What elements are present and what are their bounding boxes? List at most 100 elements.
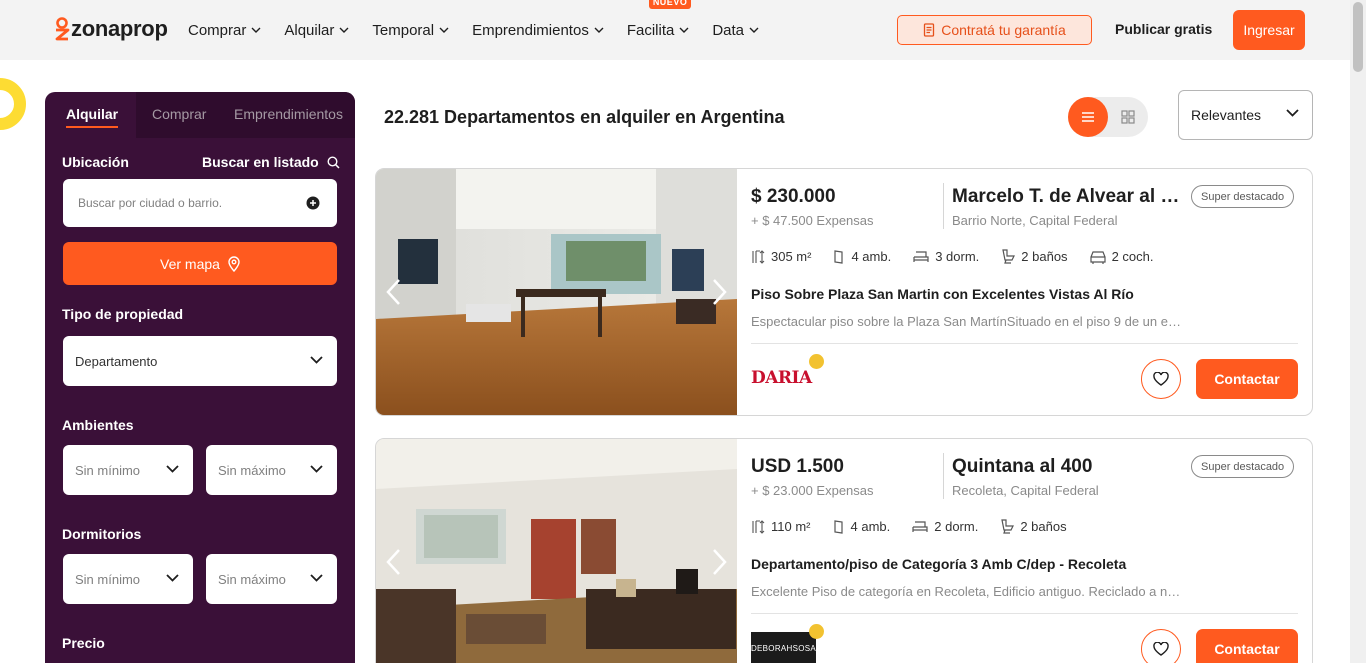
logo-pin-icon <box>54 17 70 41</box>
listing-location: Barrio Norte, Capital Federal <box>952 213 1118 228</box>
buscar-en-listado-link[interactable]: Buscar en listado <box>202 154 340 170</box>
chevron-down-icon <box>594 27 604 33</box>
feature-cocheras: 2 coch. <box>1089 249 1153 264</box>
listing-title[interactable]: Departamento/piso de Categoría 3 Amb C/d… <box>751 556 1126 572</box>
favorite-button[interactable] <box>1141 629 1181 663</box>
buscar-en-listado-label: Buscar en listado <box>202 154 319 170</box>
top-header: zonaprop Comprar Alquilar Temporal Empre… <box>0 0 1350 60</box>
agency-logo[interactable]: DARIA <box>751 368 812 388</box>
chevron-down-icon <box>251 27 261 33</box>
contrata-garantia-button[interactable]: Contratá tu garantía <box>897 15 1092 45</box>
dormitorios-max-select[interactable]: Sin máximo <box>206 554 337 604</box>
results-title: 22.281 Departamentos en alquiler en Arge… <box>384 107 785 127</box>
nav-alquilar[interactable]: Alquilar <box>284 22 349 39</box>
feature-dorm-value: 2 dorm. <box>934 519 979 534</box>
chevron-down-icon <box>166 465 179 473</box>
ambientes-max-placeholder: Sin máximo <box>218 462 286 478</box>
ambientes-label: Ambientes <box>62 417 134 433</box>
feature-banos: 2 baños <box>1000 519 1067 534</box>
zonaprop-logo[interactable]: zonaprop <box>54 16 168 42</box>
view-toggle <box>1068 97 1148 137</box>
tab-alquilar[interactable]: Alquilar <box>66 106 118 122</box>
car-icon <box>1089 250 1106 264</box>
dormitorios-max-placeholder: Sin máximo <box>218 571 286 587</box>
ambientes-max-select[interactable]: Sin máximo <box>206 445 337 495</box>
arrow-right-icon[interactable] <box>709 547 729 577</box>
crown-icon <box>809 624 824 639</box>
arrow-left-icon[interactable] <box>384 547 404 577</box>
nav-data[interactable]: Data <box>712 22 759 39</box>
feature-area: 305 m² <box>751 249 811 264</box>
nav-temporal[interactable]: Temporal <box>372 22 449 39</box>
nav-emprendimientos[interactable]: Emprendimientos <box>472 22 604 39</box>
listing-price: USD 1.500 <box>751 456 844 477</box>
contactar-button[interactable]: Contactar <box>1196 629 1298 663</box>
decorative-circle <box>0 78 26 130</box>
chevron-down-icon <box>166 574 179 582</box>
listing-photo-image <box>376 169 737 415</box>
arrow-left-icon[interactable] <box>384 277 404 307</box>
ubicacion-search-input[interactable]: Buscar por ciudad o barrio. <box>63 179 337 227</box>
feature-ambientes: 4 amb. <box>833 249 891 264</box>
list-view-button[interactable] <box>1068 97 1108 137</box>
nav-comprar[interactable]: Comprar <box>188 22 261 39</box>
chevron-down-icon <box>679 27 689 33</box>
receipt-icon <box>924 23 935 37</box>
listing-address[interactable]: Marcelo T. de Alvear al 600 <box>952 186 1182 208</box>
listing-description: Espectacular piso sobre la Plaza San Mar… <box>751 314 1181 329</box>
chevron-down-icon <box>339 27 349 33</box>
chevron-down-icon <box>749 27 759 33</box>
feature-amb-value: 4 amb. <box>851 249 892 264</box>
listing-expensas: + $ 47.500 Expensas <box>751 213 874 228</box>
tipo-propiedad-label: Tipo de propiedad <box>62 306 184 322</box>
contactar-button[interactable]: Contactar <box>1196 359 1298 399</box>
heart-icon <box>1153 642 1169 656</box>
listing-title[interactable]: Piso Sobre Plaza San Martin con Excelent… <box>751 286 1134 302</box>
grid-view-button[interactable] <box>1108 97 1148 137</box>
listing-features: 110 m² 4 amb. 2 dorm. 2 baños <box>751 519 1089 534</box>
publicar-gratis-link[interactable]: Publicar gratis <box>1115 21 1212 37</box>
door-icon <box>833 519 843 534</box>
ubicacion-label: Ubicación <box>62 154 129 170</box>
super-destacado-badge: Super destacado <box>1191 455 1295 478</box>
map-pin-icon <box>228 255 240 272</box>
scrollbar-thumb[interactable] <box>1353 2 1363 72</box>
tab-comprar[interactable]: Comprar <box>152 106 206 122</box>
search-icon <box>327 155 340 169</box>
nav-label: Comprar <box>188 21 247 39</box>
listing-price: $ 230.000 <box>751 186 836 207</box>
ver-mapa-button[interactable]: Ver mapa <box>63 242 337 285</box>
divider <box>751 343 1298 344</box>
chevron-down-icon <box>310 356 323 364</box>
page-scrollbar[interactable] <box>1350 0 1366 663</box>
listing-photo[interactable] <box>376 439 737 663</box>
ambientes-min-select[interactable]: Sin mínimo <box>63 445 193 495</box>
nav-facilita[interactable]: NUEVO Facilita <box>627 0 692 39</box>
listing-card[interactable]: $ 230.000 + $ 47.500 Expensas Marcelo T.… <box>375 168 1313 416</box>
plus-circle-icon[interactable] <box>306 196 320 210</box>
super-destacado-badge: Super destacado <box>1191 185 1295 208</box>
chevron-down-icon <box>1286 109 1299 117</box>
chevron-down-icon <box>310 465 323 473</box>
feature-dormitorios: 3 dorm. <box>913 249 979 264</box>
feature-dorm-value: 3 dorm. <box>935 249 980 264</box>
tab-emprendimientos[interactable]: Emprendimientos <box>234 106 343 122</box>
ingresar-button[interactable]: Ingresar <box>1233 10 1305 50</box>
feature-area-value: 110 m² <box>771 519 811 534</box>
listing-card[interactable]: USD 1.500 + $ 23.000 Expensas Quintana a… <box>375 438 1313 663</box>
area-icon <box>752 519 765 534</box>
favorite-button[interactable] <box>1141 359 1181 399</box>
sort-select[interactable]: Relevantes <box>1178 90 1313 140</box>
agency-logo[interactable]: DEBORAHSOSA <box>751 632 816 663</box>
feature-amb-value: 4 amb. <box>850 519 891 534</box>
tipo-propiedad-value: Departamento <box>75 353 158 369</box>
arrow-right-icon[interactable] <box>709 277 729 307</box>
dormitorios-min-select[interactable]: Sin mínimo <box>63 554 193 604</box>
filter-sidebar: Alquilar Comprar Emprendimientos Ubicaci… <box>45 92 355 663</box>
tipo-propiedad-select[interactable]: Departamento <box>63 336 337 386</box>
divider <box>751 613 1298 614</box>
listing-photo[interactable] <box>376 169 737 415</box>
ambientes-min-placeholder: Sin mínimo <box>75 462 141 478</box>
listing-address[interactable]: Quintana al 400 <box>952 456 1182 478</box>
active-tab-underline <box>66 126 118 128</box>
